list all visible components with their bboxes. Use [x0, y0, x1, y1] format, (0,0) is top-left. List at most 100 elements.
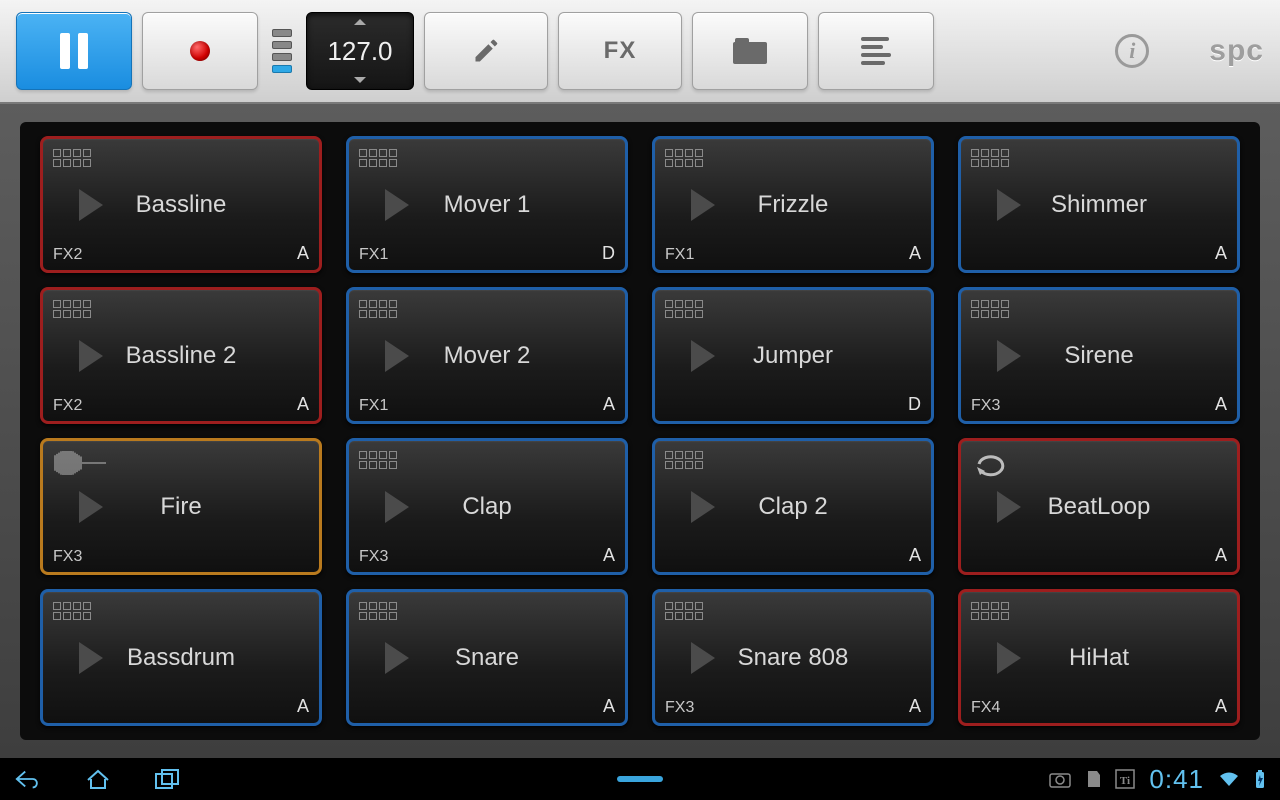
- pad-label: BeatLoop: [961, 493, 1237, 521]
- pad-fire[interactable]: Fire FX3: [40, 438, 322, 575]
- fx-label: FX: [604, 37, 637, 65]
- pad-label: Mover 2: [349, 342, 625, 370]
- stage: BasslineFX2AMover 1FX1DFrizzleFX1AShimme…: [0, 104, 1280, 758]
- pad-snare[interactable]: Snare A: [346, 589, 628, 726]
- tempo-value: 127.0: [327, 36, 392, 67]
- pad-fx-label: FX1: [359, 397, 388, 415]
- pad-label: Bassdrum: [43, 644, 319, 672]
- sequence-mode-icon: [359, 300, 397, 318]
- home-button[interactable]: [84, 768, 112, 790]
- pad-group-label: A: [1215, 696, 1227, 717]
- recents-button[interactable]: [154, 768, 182, 790]
- pad-group-label: A: [297, 243, 309, 264]
- back-button[interactable]: [14, 768, 42, 790]
- pad-group-label: D: [908, 394, 921, 415]
- pad-fx-label: FX3: [665, 699, 694, 717]
- sequence-mode-icon: [359, 602, 397, 620]
- record-icon: [190, 41, 210, 61]
- battery-icon: [1254, 769, 1266, 789]
- pad-group-label: A: [603, 696, 615, 717]
- pad-group-label: A: [603, 545, 615, 566]
- android-navbar: Ti 0:41: [0, 758, 1280, 800]
- sequence-mode-icon: [359, 149, 397, 167]
- pad-group-label: A: [1215, 394, 1227, 415]
- edit-button[interactable]: [424, 12, 548, 90]
- pad-label: Shimmer: [961, 191, 1237, 219]
- pad-group-label: A: [909, 545, 921, 566]
- fx-button[interactable]: FX: [558, 12, 682, 90]
- pad-clap[interactable]: Clap FX3 A: [346, 438, 628, 575]
- folder-icon: [733, 38, 767, 64]
- pad-label: Snare 808: [655, 644, 931, 672]
- wifi-icon: [1218, 770, 1240, 788]
- sd-card-icon: [1085, 770, 1101, 788]
- pad-fx-label: FX3: [359, 548, 388, 566]
- play-pause-button[interactable]: [16, 12, 132, 90]
- pad-label: Fire: [43, 493, 319, 521]
- svg-text:Ti: Ti: [1120, 775, 1130, 787]
- pad-grid: BasslineFX2AMover 1FX1DFrizzleFX1AShimme…: [20, 122, 1260, 740]
- pad-mover-1[interactable]: Mover 1 FX1 D: [346, 136, 628, 273]
- brand-label: spc: [1209, 34, 1264, 68]
- pad-fx-label: FX2: [53, 397, 82, 415]
- toolbar: 127.0 FX i spc: [0, 0, 1280, 104]
- pad-label: Jumper: [655, 342, 931, 370]
- info-button[interactable]: i: [1115, 34, 1149, 68]
- pad-group-label: A: [1215, 243, 1227, 264]
- pad-label: Bassline: [43, 191, 319, 219]
- ti-icon: Ti: [1115, 769, 1135, 789]
- sequence-mode-icon: [53, 602, 91, 620]
- status-tray: Ti 0:41: [1049, 764, 1266, 795]
- pad-fx-label: FX4: [971, 699, 1000, 717]
- pad-group-label: A: [297, 394, 309, 415]
- pause-icon: [60, 33, 88, 69]
- sequence-mode-icon: [359, 451, 397, 469]
- pad-clap-2[interactable]: Clap 2 A: [652, 438, 934, 575]
- sequence-mode-icon: [971, 300, 1009, 318]
- waveform-mode-icon: [53, 451, 107, 475]
- pad-frizzle[interactable]: Frizzle FX1 A: [652, 136, 934, 273]
- pad-shimmer[interactable]: Shimmer A: [958, 136, 1240, 273]
- level-selector[interactable]: [272, 29, 292, 73]
- pad-group-label: A: [909, 696, 921, 717]
- sequence-mode-icon: [665, 451, 703, 469]
- pad-label: Clap: [349, 493, 625, 521]
- pad-bassline[interactable]: BasslineFX2A: [40, 136, 322, 273]
- loop-mode-icon: [971, 451, 1011, 477]
- pad-group-label: A: [297, 696, 309, 717]
- pad-jumper[interactable]: Jumper D: [652, 287, 934, 424]
- pad-fx-label: FX1: [665, 246, 694, 264]
- sequence-mode-icon: [665, 149, 703, 167]
- record-button[interactable]: [142, 12, 258, 90]
- pad-bassline-2[interactable]: Bassline 2FX2A: [40, 287, 322, 424]
- sequence-mode-icon: [665, 602, 703, 620]
- nav-handle[interactable]: [617, 776, 663, 782]
- pad-label: HiHat: [961, 644, 1237, 672]
- tracks-button[interactable]: [818, 12, 934, 90]
- pad-mover-2[interactable]: Mover 2 FX1 A: [346, 287, 628, 424]
- folder-button[interactable]: [692, 12, 808, 90]
- sequence-mode-icon: [971, 602, 1009, 620]
- pad-label: Mover 1: [349, 191, 625, 219]
- pad-group-label: A: [909, 243, 921, 264]
- sequence-mode-icon: [665, 300, 703, 318]
- pad-label: Snare: [349, 644, 625, 672]
- pad-group-label: A: [603, 394, 615, 415]
- pad-hihat[interactable]: HiHat FX4 A: [958, 589, 1240, 726]
- pad-label: Sirene: [961, 342, 1237, 370]
- status-clock: 0:41: [1149, 764, 1204, 795]
- pad-sirene[interactable]: SireneFX3A: [958, 287, 1240, 424]
- pad-snare-808[interactable]: Snare 808 FX3 A: [652, 589, 934, 726]
- pad-fx-label: FX1: [359, 246, 388, 264]
- sequence-mode-icon: [53, 149, 91, 167]
- pad-label: Clap 2: [655, 493, 931, 521]
- pad-group-label: D: [602, 243, 615, 264]
- sequence-mode-icon: [53, 300, 91, 318]
- pad-bassdrum[interactable]: Bassdrum A: [40, 589, 322, 726]
- pencil-icon: [472, 37, 500, 65]
- pad-group-label: A: [1215, 545, 1227, 566]
- pad-fx-label: FX3: [53, 548, 82, 566]
- pad-beatloop[interactable]: BeatLoop A: [958, 438, 1240, 575]
- tempo-stepper[interactable]: 127.0: [306, 12, 414, 90]
- pad-label: Frizzle: [655, 191, 931, 219]
